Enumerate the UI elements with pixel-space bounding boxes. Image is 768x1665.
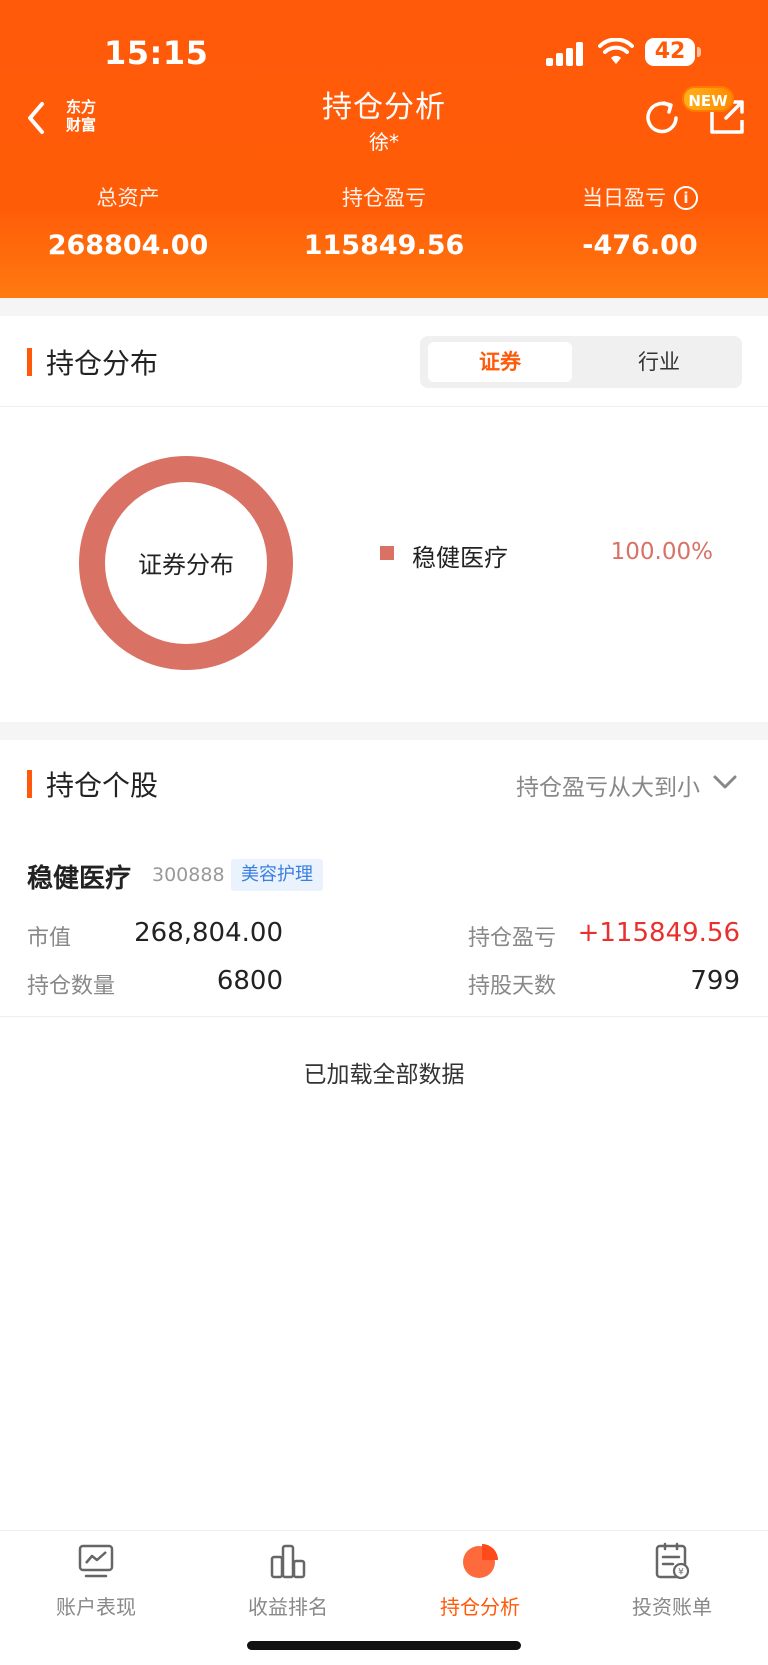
battery-tip [697, 47, 701, 57]
quantity-value: 6800 [216, 966, 283, 996]
donut-center-label: 证券分布 [138, 551, 234, 579]
days-value: 799 [690, 966, 740, 996]
tab-industry[interactable]: 行业 [584, 342, 734, 382]
section-gap [0, 298, 768, 316]
stat-label-text: 当日盈亏 [582, 186, 666, 210]
pnl-label: 持仓盈亏 [468, 926, 557, 951]
bar-ranking-icon [270, 1544, 306, 1579]
stat-value: 268804.00 [47, 230, 209, 261]
legend-name: 稳健医疗 [412, 544, 508, 572]
home-indicator [247, 1641, 521, 1650]
section-accent-bar [27, 348, 32, 376]
tab-label: 投资账单 [632, 1595, 712, 1619]
distribution-toggle: 证券 行业 [420, 336, 742, 388]
tab-securities[interactable]: 证券 [428, 342, 572, 382]
market-value: 268,804.00 [134, 918, 283, 948]
info-icon[interactable]: i [674, 186, 698, 210]
legend-swatch [380, 546, 394, 560]
stat-position-pnl: 持仓盈亏 115849.56 [256, 182, 512, 261]
stat-label: 持仓盈亏 [342, 186, 426, 210]
tab-label: 持仓分析 [440, 1595, 520, 1619]
market-value-label: 市值 [27, 926, 72, 951]
section-gap [0, 722, 768, 740]
stock-name: 稳健医疗 [27, 864, 132, 894]
tab-position-analysis[interactable]: 持仓分析 [384, 1541, 576, 1620]
divider [0, 406, 768, 407]
svg-text:¥: ¥ [678, 1568, 684, 1578]
industry-tag: 美容护理 [231, 859, 323, 891]
divider [0, 1016, 768, 1017]
days-label: 持股天数 [468, 974, 557, 999]
stat-label: 总资产 [96, 186, 160, 210]
tab-account-performance[interactable]: 账户表现 [0, 1541, 192, 1620]
cellular-signal-icon [546, 42, 586, 66]
stat-total-assets: 总资产 268804.00 [0, 182, 256, 261]
quantity-label: 持仓数量 [27, 974, 116, 999]
tab-label: 收益排名 [248, 1595, 328, 1619]
stat-value: -476.00 [582, 230, 698, 261]
battery-indicator: 42 [645, 38, 695, 66]
tab-investment-bill[interactable]: ¥ 投资账单 [576, 1541, 768, 1620]
load-complete-text: 已加载全部数据 [303, 1062, 465, 1088]
header: 15:15 42 东方 财富 持仓分析 徐* NEW 总资产 268804.00… [0, 0, 768, 298]
stat-label: 当日盈亏 i [512, 182, 768, 212]
section-accent-bar [27, 770, 32, 798]
new-badge: NEW [682, 86, 734, 112]
stat-daily-pnl: 当日盈亏 i -476.00 [512, 182, 768, 261]
section-title: 持仓分布 [46, 347, 159, 380]
summary-stats: 总资产 268804.00 持仓盈亏 115849.56 当日盈亏 i -476.… [0, 182, 768, 272]
section-title: 持仓个股 [46, 769, 159, 802]
status-time: 15:15 [104, 34, 209, 72]
refresh-icon[interactable] [640, 96, 684, 140]
bill-icon: ¥ [655, 1542, 690, 1580]
sort-dropdown[interactable]: 持仓盈亏从大到小 [516, 768, 700, 802]
pie-chart-icon [463, 1544, 498, 1578]
legend-percent: 100.00% [610, 539, 713, 565]
chart-screen-icon [78, 1544, 114, 1578]
tab-earnings-ranking[interactable]: 收益排名 [192, 1541, 384, 1620]
tab-label: 账户表现 [56, 1595, 136, 1619]
pnl-value: +115849.56 [577, 918, 740, 948]
wifi-icon [598, 38, 634, 64]
stock-code: 300888 [152, 864, 225, 886]
chevron-down-icon[interactable] [712, 772, 738, 792]
status-bar: 15:15 42 [0, 30, 768, 74]
stat-value: 115849.56 [303, 230, 465, 261]
